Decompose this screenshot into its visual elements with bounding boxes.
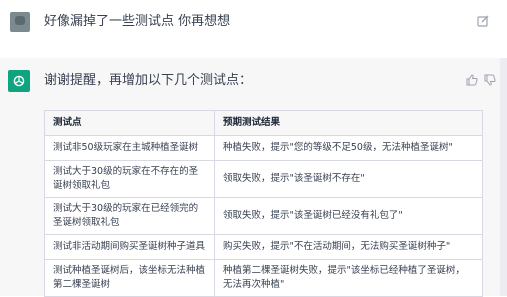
scrollbar[interactable]	[500, 58, 507, 296]
table-cell: 测试大于30级的玩家在已经领完的圣诞树领取礼包	[44, 197, 215, 235]
assistant-message-text: 谢谢提醒，再增加以下几个测试点：	[44, 73, 253, 88]
table-cell: 测试大于30级的玩家在不存在的圣诞树领取礼包	[44, 160, 215, 198]
thumbs-down-icon[interactable]	[484, 74, 496, 86]
user-message-text: 好像漏掉了一些测试点 你再想想	[44, 14, 231, 29]
user-message-row: 好像漏掉了一些测试点 你再想想	[0, 0, 507, 59]
table-cell: 种植失败，提示"您的等级不足50级，无法种植圣诞树"	[214, 135, 483, 161]
table-cell: 测试种植圣诞树后，该坐标无法种植第二棵圣诞树	[44, 259, 215, 297]
table-cell: 领取失败，提示"该圣诞树已经没有礼包了"	[214, 197, 483, 235]
edit-icon[interactable]	[476, 14, 490, 28]
assistant-message-row: 谢谢提醒，再增加以下几个测试点： 测试点 预期测试结果 测试非50级玩家在主城种…	[0, 58, 507, 297]
user-avatar	[10, 12, 30, 32]
thumbs-up-icon[interactable]	[466, 74, 478, 86]
table-cell: 测试非活动期间购买圣诞树种子道具	[44, 234, 215, 260]
table-cell: 领取失败，提示"该圣诞树不存在"	[214, 160, 483, 198]
table-header-expected-result: 预期测试结果	[214, 110, 483, 136]
test-points-table: 测试点 预期测试结果 测试非50级玩家在主城种植圣诞树 种植失败，提示"您的等级…	[44, 110, 483, 297]
table-cell: 测试非50级玩家在主城种植圣诞树	[44, 135, 215, 161]
openai-logo-icon	[8, 70, 30, 92]
table-header-test-point: 测试点	[44, 110, 215, 136]
table-row: 测试非活动期间购买圣诞树种子道具 购买失败，提示"不在活动期间，无法购买圣诞树种…	[44, 234, 483, 260]
table-row: 测试大于30级的玩家在已经领完的圣诞树领取礼包 领取失败，提示"该圣诞树已经没有…	[44, 197, 483, 235]
table-row: 测试非50级玩家在主城种植圣诞树 种植失败，提示"您的等级不足50级，无法种植圣…	[44, 135, 483, 161]
table-row: 测试种植圣诞树后，该坐标无法种植第二棵圣诞树 种植第二棵圣诞树失败，提示"该坐标…	[44, 259, 483, 297]
table-cell: 种植第二棵圣诞树失败，提示"该坐标已经种植了圣诞树，无法再次种植"	[214, 259, 483, 297]
table-row: 测试大于30级的玩家在不存在的圣诞树领取礼包 领取失败，提示"该圣诞树不存在"	[44, 160, 483, 198]
table-cell: 购买失败，提示"不在活动期间，无法购买圣诞树种子"	[214, 234, 483, 260]
